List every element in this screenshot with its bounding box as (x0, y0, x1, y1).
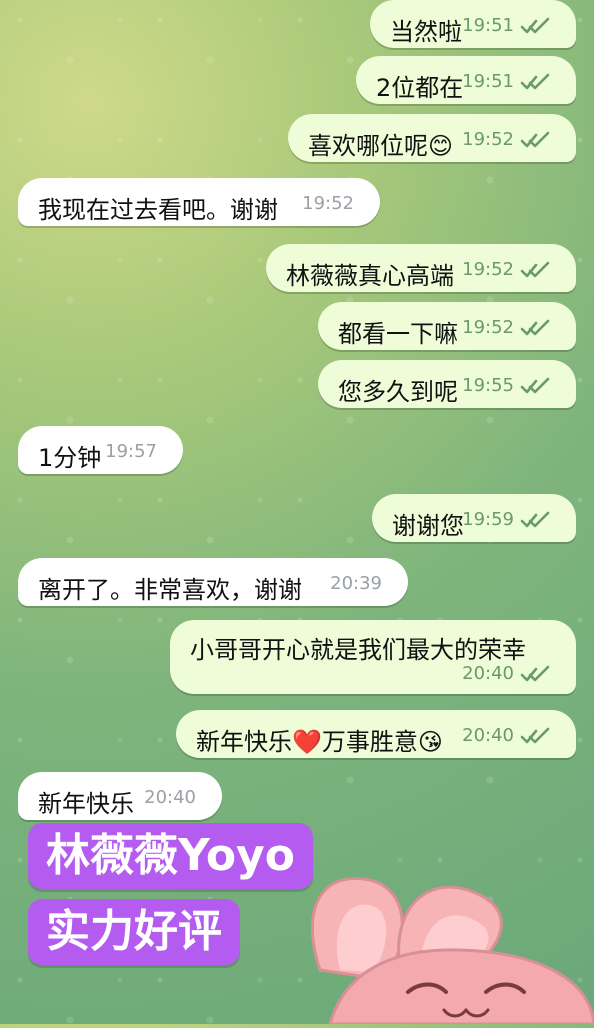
message-bubble-outgoing[interactable]: 当然啦 19:51 (370, 0, 576, 48)
message-bubble-incoming[interactable]: 新年快乐 20:40 (18, 772, 222, 820)
message-bubble-outgoing[interactable]: 喜欢哪位呢😊 19:52 (288, 114, 576, 162)
double-check-icon (520, 73, 550, 91)
message-bubble-incoming[interactable]: 离开了。非常喜欢，谢谢 20:39 (18, 558, 408, 606)
message-text: 新年快乐 (38, 790, 134, 818)
message-meta: 20:40 (462, 725, 550, 746)
double-check-icon (520, 511, 550, 529)
message-time: 19:52 (302, 193, 354, 214)
message-text: 当然啦 (390, 18, 462, 46)
message-meta: 19:52 (462, 317, 550, 338)
promo-overlay: 林薇薇Yoyo 实力好评 (28, 823, 342, 975)
message-bubble-outgoing[interactable]: 小哥哥开心就是我们最大的荣幸 20:40 (170, 620, 576, 694)
message-meta: 20:40 (462, 663, 550, 684)
message-time: 19:55 (462, 375, 514, 396)
message-text: 您多久到呢 (338, 378, 458, 406)
message-time: 19:52 (462, 259, 514, 280)
message-time: 19:52 (462, 129, 514, 150)
message-text: 都看一下嘛 (338, 320, 458, 348)
double-check-icon (520, 377, 550, 395)
message-time: 19:59 (462, 509, 514, 530)
message-text: 小哥哥开心就是我们最大的荣幸 (190, 636, 526, 664)
message-bubble-outgoing[interactable]: 您多久到呢 19:55 (318, 360, 576, 408)
message-meta: 19:51 (462, 15, 550, 36)
message-text: 我现在过去看吧。谢谢 (38, 196, 278, 224)
double-check-icon (520, 727, 550, 745)
message-meta: 19:59 (462, 509, 550, 530)
message-time: 20:40 (144, 787, 196, 808)
message-time: 20:39 (330, 573, 382, 594)
message-text: 离开了。非常喜欢，谢谢 (38, 576, 302, 604)
message-text: 喜欢哪位呢😊 (308, 132, 454, 160)
message-meta: 19:52 (462, 129, 550, 150)
message-time: 19:52 (462, 317, 514, 338)
message-text: 2位都在 (376, 74, 464, 102)
message-text: 林薇薇真心高端 (286, 262, 454, 290)
message-meta: 19:57 (105, 441, 157, 462)
double-check-icon (520, 17, 550, 35)
message-bubble-outgoing[interactable]: 2位都在 19:51 (356, 56, 576, 104)
message-time: 19:51 (462, 71, 514, 92)
message-text: 谢谢您 (392, 512, 464, 540)
message-bubble-incoming[interactable]: 1分钟 19:57 (18, 426, 183, 474)
message-bubble-outgoing[interactable]: 新年快乐❤️万事胜意😘 20:40 (176, 710, 576, 758)
message-time: 19:57 (105, 441, 157, 462)
message-bubble-outgoing[interactable]: 谢谢您 19:59 (372, 494, 576, 542)
message-meta: 19:52 (462, 259, 550, 280)
double-check-icon (520, 131, 550, 149)
message-text: 新年快乐❤️万事胜意😘 (196, 728, 443, 756)
message-time: 20:40 (462, 725, 514, 746)
double-check-icon (520, 665, 550, 683)
message-text: 1分钟 (38, 444, 102, 472)
message-time: 19:51 (462, 15, 514, 36)
message-meta: 20:39 (330, 573, 382, 594)
message-bubble-outgoing[interactable]: 都看一下嘛 19:52 (318, 302, 576, 350)
message-meta: 20:40 (144, 787, 196, 808)
promo-line-1: 林薇薇Yoyo (28, 823, 313, 889)
double-check-icon (520, 261, 550, 279)
double-check-icon (520, 319, 550, 337)
message-meta: 19:55 (462, 375, 550, 396)
message-time: 20:40 (462, 663, 514, 684)
message-bubble-outgoing[interactable]: 林薇薇真心高端 19:52 (266, 244, 576, 292)
message-meta: 19:52 (302, 193, 354, 214)
message-meta: 19:51 (462, 71, 550, 92)
message-bubble-incoming[interactable]: 我现在过去看吧。谢谢 19:52 (18, 178, 380, 226)
promo-line-2: 实力好评 (28, 899, 240, 965)
